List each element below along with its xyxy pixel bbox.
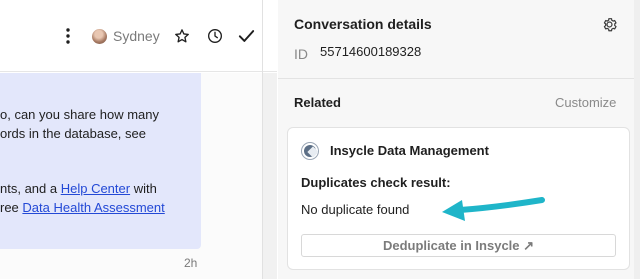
conversation-id: 55714600189328 [320, 44, 422, 59]
message-line: ords in the database, see [0, 126, 146, 141]
message-line: ree Data Health Assessment [0, 200, 165, 215]
message-line: o, can you share how many [0, 107, 159, 122]
deduplicate-button[interactable]: Deduplicate in Insycle ↗ [301, 234, 616, 257]
assignee-name: Sydney [113, 28, 160, 44]
gear-icon[interactable] [599, 14, 619, 34]
app-name: Insycle Data Management [330, 143, 489, 158]
conversation-details-panel: Conversation details ID 55714600189328 R… [278, 0, 640, 279]
conversation-toolbar: Sydney [0, 0, 277, 72]
more-vertical-icon[interactable] [58, 26, 78, 46]
id-label: ID [294, 46, 308, 62]
panel-title: Conversation details [294, 16, 432, 32]
duplicates-check-label: Duplicates check result: [301, 175, 451, 190]
related-heading: Related [294, 95, 341, 110]
avatar [92, 28, 107, 44]
duplicates-check-result: No duplicate found [301, 202, 410, 217]
star-icon[interactable] [172, 26, 192, 46]
customize-link[interactable]: Customize [555, 95, 616, 110]
panel-scrollbar[interactable] [634, 0, 640, 279]
check-icon[interactable] [236, 26, 256, 46]
help-center-link[interactable]: Help Center [61, 181, 130, 196]
message-timestamp: 2h [184, 256, 198, 270]
data-health-assessment-link[interactable]: Data Health Assessment [22, 200, 164, 215]
conversation-scrollbar[interactable] [263, 73, 277, 279]
clock-icon[interactable] [205, 26, 225, 46]
annotation-arrow [442, 197, 545, 221]
message-bubble [0, 73, 201, 249]
section-divider [278, 78, 640, 79]
insycle-logo-icon [301, 142, 319, 160]
message-line: nts, and a Help Center with [0, 181, 157, 196]
assignee-button[interactable]: Sydney [92, 26, 160, 46]
conversation-area: Sydney o, can you share how many ords in… [0, 0, 277, 279]
